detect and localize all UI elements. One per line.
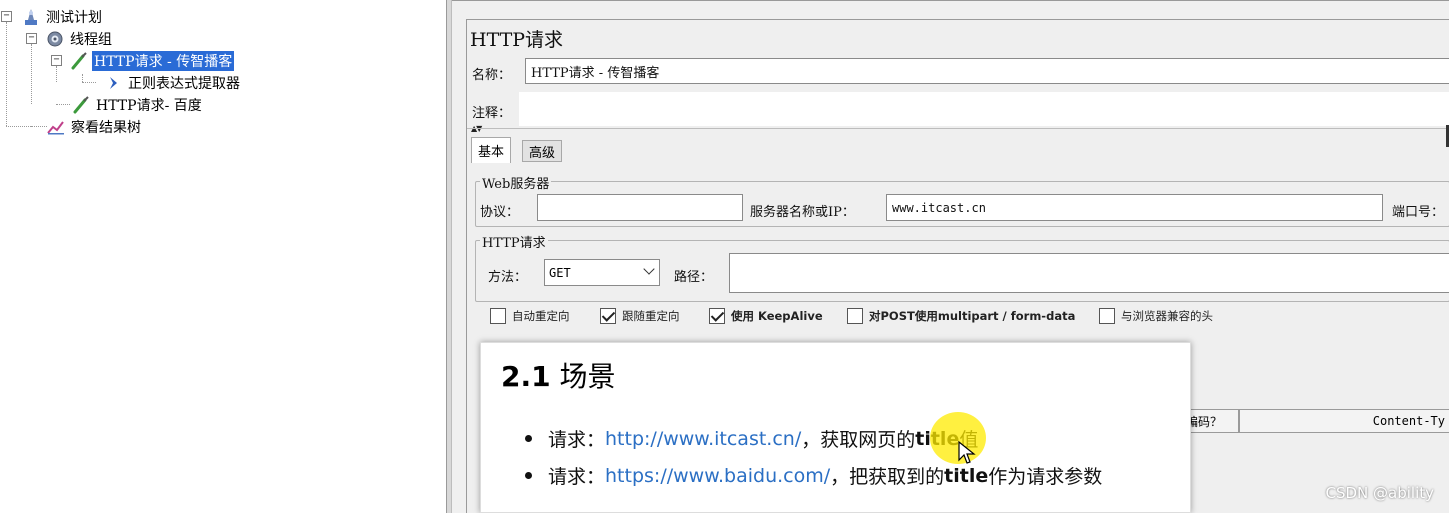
slide-bullet: 请求： http://www.itcast.cn/ ，获取网页的 title 值 <box>525 425 978 452</box>
tree-node-label: 察看结果树 <box>71 120 141 136</box>
panel-title: HTTP请求 <box>470 29 564 51</box>
tree-node-http-itcast[interactable]: HTTP请求 - 传智播客 <box>70 51 235 71</box>
collapse-toggle[interactable]: − <box>26 33 37 44</box>
checkbox-box[interactable] <box>709 308 725 324</box>
slide-bullet: 请求： https://www.baidu.com/ ，把获取到的 title … <box>525 462 1102 489</box>
method-value: GET <box>549 265 571 280</box>
server-label: 服务器名称或IP： <box>750 205 855 220</box>
tree-connector <box>6 22 7 126</box>
bullet-link[interactable]: http://www.itcast.cn/ <box>605 428 801 450</box>
tree-node-label: 线程组 <box>70 32 112 48</box>
slide-title: 2.1 场景 <box>501 355 616 395</box>
tree-connector <box>82 74 83 82</box>
checkbox-box[interactable] <box>847 308 863 324</box>
tree-node-label: HTTP请求- 百度 <box>96 98 202 114</box>
comment-field[interactable] <box>519 92 1449 126</box>
path-input[interactable] <box>729 253 1449 293</box>
protocol-input[interactable] <box>537 194 743 221</box>
checkbox-box[interactable] <box>490 308 506 324</box>
tab-advanced[interactable]: 高级 <box>522 140 563 162</box>
path-label: 路径： <box>674 270 714 285</box>
tree-connector <box>56 66 57 82</box>
bullet-middle: ，把获取到的 <box>830 466 945 488</box>
bullet-suffix: 作为请求参数 <box>988 466 1103 488</box>
tree-node-http-baidu[interactable]: HTTP请求- 百度 <box>72 95 204 115</box>
tree-connector <box>56 104 70 105</box>
name-label: 名称： <box>472 68 512 83</box>
name-field[interactable]: HTTP请求 - 传智播客 <box>525 58 1449 84</box>
tree-connector <box>6 126 31 127</box>
bullet-prefix: 请求： <box>548 466 606 488</box>
bullet-dot <box>525 472 532 479</box>
tree-node-thread-group[interactable]: 线程组 <box>46 29 114 49</box>
pipette-icon <box>72 96 90 114</box>
http-request-group-title: HTTP请求 <box>480 232 548 251</box>
method-select[interactable]: GET <box>544 259 660 286</box>
port-label: 端口号： <box>1392 205 1445 220</box>
bullet-dot <box>525 435 532 442</box>
protocol-label: 协议： <box>480 205 520 220</box>
tree-node-label: HTTP请求 - 传智播客 <box>92 51 235 71</box>
tree-node-regex-extractor[interactable]: 正则表达式提取器 <box>104 73 242 93</box>
collapse-toggle[interactable]: − <box>1 11 12 22</box>
arrow-icon <box>104 74 122 92</box>
checkbox-multipart[interactable]: 对POST使用multipart / form-data <box>847 308 1075 324</box>
mouse-cursor-icon <box>958 440 976 469</box>
checkbox-label: 跟随重定向 <box>622 309 680 323</box>
tree-connector <box>31 126 47 127</box>
web-server-group: Web服务器 协议： 服务器名称或IP： www.itcast.cn 端口号： <box>475 173 1449 227</box>
checkbox-auto-redirect[interactable]: 自动重定向 <box>490 308 570 324</box>
method-label: 方法： <box>488 270 528 285</box>
test-plan-icon <box>22 8 40 26</box>
slide-title-number: 2.1 <box>501 360 551 393</box>
gear-icon <box>46 30 64 48</box>
http-request-group: HTTP请求 方法： GET 路径： <box>475 232 1449 302</box>
checkbox-box[interactable] <box>1099 308 1115 324</box>
tree-connector <box>82 82 96 83</box>
slide-title-text: 场景 <box>559 360 616 393</box>
comment-label: 注释： <box>472 106 512 121</box>
tree-node-label: 测试计划 <box>46 10 102 26</box>
bullet-prefix: 请求： <box>548 429 606 451</box>
bullet-link[interactable]: https://www.baidu.com/ <box>605 465 830 487</box>
tree-connector <box>31 44 32 104</box>
watermark: CSDN @ability <box>1325 484 1434 502</box>
checkbox-box[interactable] <box>600 308 616 324</box>
web-server-group-title: Web服务器 <box>480 173 552 192</box>
tree-node-label: 正则表达式提取器 <box>128 76 240 92</box>
checkbox-browser-compatible-headers[interactable]: 与浏览器兼容的头 <box>1099 308 1213 324</box>
checkbox-label: 自动重定向 <box>512 309 570 323</box>
checkbox-keepalive[interactable]: 使用 KeepAlive <box>709 308 823 324</box>
bullet-middle: ，获取网页的 <box>801 429 916 451</box>
table-header-content-type[interactable]: Content-Ty <box>1239 409 1449 433</box>
lesson-slide-overlay: 2.1 场景 请求： http://www.itcast.cn/ ，获取网页的 … <box>480 342 1191 513</box>
checkbox-follow-redirect[interactable]: 跟随重定向 <box>600 308 680 324</box>
chart-icon <box>47 118 65 136</box>
tree-node-result-tree[interactable]: 察看结果树 <box>47 117 143 137</box>
pipette-icon <box>70 52 88 70</box>
collapse-toggle[interactable]: − <box>51 55 62 66</box>
checkbox-label: 与浏览器兼容的头 <box>1121 309 1213 323</box>
checkbox-label: 对POST使用multipart / form-data <box>869 309 1076 323</box>
checkbox-label: 使用 KeepAlive <box>731 309 823 323</box>
tree-node-test-plan[interactable]: 测试计划 <box>22 7 104 27</box>
server-input[interactable]: www.itcast.cn <box>886 194 1383 221</box>
tab-basic[interactable]: 基本 <box>471 137 512 163</box>
chevron-down-icon <box>643 263 655 275</box>
test-plan-tree: − 测试计划 − 线程组 − HTTP请求 - 传智播客 正则表达式提取器 HT… <box>0 0 446 513</box>
